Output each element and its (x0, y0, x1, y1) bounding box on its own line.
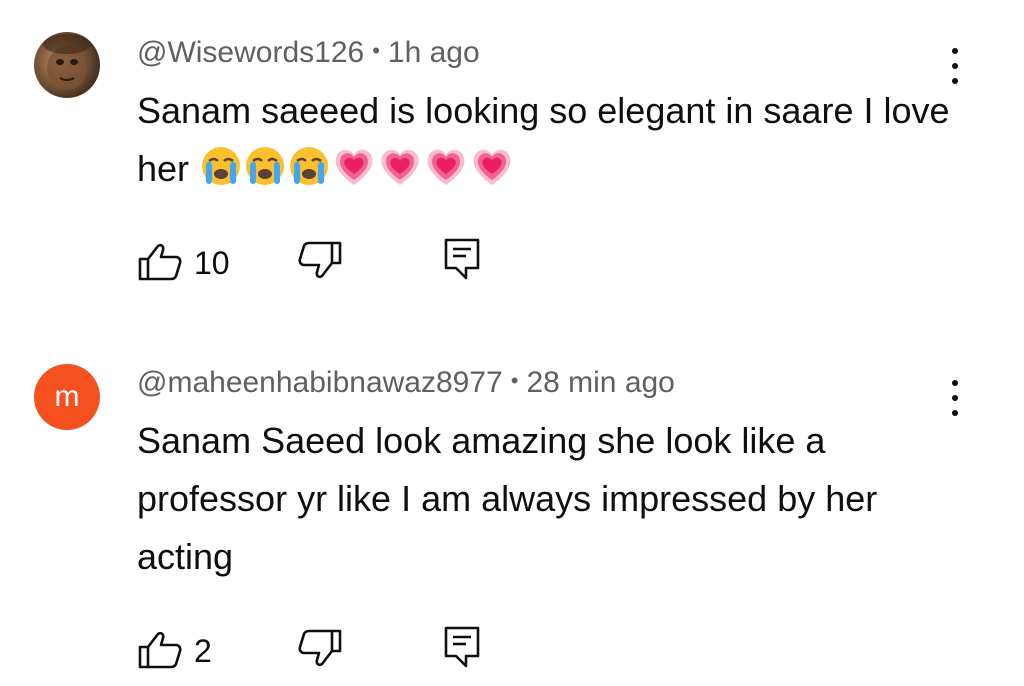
comment-text: Sanam saeeed is looking so elegant in sa… (137, 82, 957, 198)
avatar[interactable]: m (34, 364, 100, 430)
loudly-crying-face-icon (246, 147, 285, 185)
avatar[interactable] (34, 32, 100, 98)
comment-item: m @maheenhabibnawaz8977 • 28 min ago Sanam… (0, 330, 1024, 686)
thumbs-down-icon[interactable] (298, 241, 342, 279)
more-vert-icon[interactable] (940, 376, 970, 420)
loudly-crying-face-icon (202, 147, 241, 185)
author-name[interactable]: @maheenhabibnawaz8977 (137, 366, 503, 399)
growing-heart-icon (473, 149, 511, 185)
meta-separator: • (372, 38, 380, 63)
like-count: 2 (194, 633, 212, 669)
comment-text: Sanam Saeed look amazing she look like a… (137, 412, 897, 586)
thumbs-up-icon[interactable] (138, 631, 182, 669)
growing-heart-icon (427, 149, 465, 185)
comment-time: 1h ago (387, 36, 480, 69)
thumbs-up-icon[interactable] (138, 243, 182, 281)
reply-comment-icon[interactable] (444, 626, 480, 668)
comment-meta: @Wisewords126 • 1h ago (137, 36, 480, 70)
emoji-group (199, 147, 515, 189)
comment-item: @Wisewords126 • 1h ago Sanam saeeed is loo… (0, 0, 1024, 330)
comment-time: 28 min ago (526, 366, 675, 399)
growing-heart-icon (381, 149, 419, 185)
growing-heart-icon (335, 149, 373, 185)
reply-comment-icon[interactable] (444, 238, 480, 280)
thumbs-down-icon[interactable] (298, 629, 342, 667)
avatar-image (43, 34, 91, 90)
meta-separator: • (510, 368, 519, 393)
comment-meta: @maheenhabibnawaz8977 • 28 min ago (137, 366, 675, 400)
author-name[interactable]: @Wisewords126 (137, 36, 364, 69)
like-count: 10 (194, 245, 230, 281)
loudly-crying-face-icon (290, 147, 329, 185)
comment-text-content: Sanam Saeed look amazing she look like a… (137, 420, 878, 577)
